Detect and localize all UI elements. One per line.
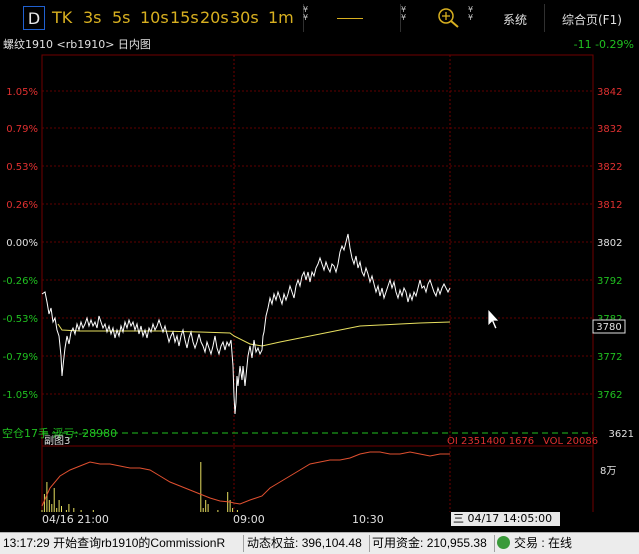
dynamic-equity: 动态权益: 396,104.48 xyxy=(247,536,362,550)
period-10s-button[interactable]: 10s xyxy=(140,6,169,30)
open-interest-line xyxy=(41,451,450,507)
percent-tick-label: -0.79% xyxy=(3,352,38,363)
volume-readout: VOL 20086 xyxy=(543,436,598,447)
system-menu[interactable]: 系统 xyxy=(503,11,527,28)
period-15s-button[interactable]: 15s xyxy=(170,6,199,30)
price-tick-label: 3822 xyxy=(597,162,622,173)
chevron-down-icon[interactable]: ¥ ¥ xyxy=(401,6,406,22)
chevron-down-icon[interactable]: ¥ ¥ xyxy=(303,6,308,22)
change-readout: -11 -0.29% xyxy=(574,38,634,51)
time-label: 10:30 xyxy=(352,513,384,526)
period-d-button[interactable]: D xyxy=(23,6,45,30)
contract-title: 螺纹1910 <rb1910> 日内图 xyxy=(3,37,151,51)
percent-tick-label: -0.53% xyxy=(3,314,38,325)
status-divider xyxy=(494,535,495,552)
chevron-down-icon[interactable]: ¥ ¥ xyxy=(468,6,473,22)
price-tick-label: 3842 xyxy=(597,87,622,98)
price-line xyxy=(41,233,451,415)
time-axis: 04/16 21:00 09:00 10:30 三 04/17 14:05:00 xyxy=(0,512,639,532)
period-tk-button[interactable]: TK xyxy=(52,6,72,30)
price-tick-label: 3812 xyxy=(597,200,622,211)
period-20s-button[interactable]: 20s xyxy=(200,6,229,30)
percent-tick-label: 1.05% xyxy=(6,87,38,98)
period-3s-button[interactable]: 3s xyxy=(83,6,102,30)
percent-tick-label: -1.05% xyxy=(3,390,38,401)
price-tick-label: 3832 xyxy=(597,124,622,135)
oi-readout: OI 2351400 1676 xyxy=(447,436,534,447)
percent-tick-label: -0.26% xyxy=(3,276,38,287)
intraday-chart[interactable]: 螺纹1910 <rb1910> 日内图 -11 -0.29% 1.05% 0.79… xyxy=(0,36,639,526)
overview-page-menu[interactable]: 综合页(F1) xyxy=(562,11,622,28)
price-tick-label: 3802 xyxy=(597,238,622,249)
chart-frame xyxy=(41,54,594,523)
price-tick-label: 3762 xyxy=(597,390,622,401)
percent-tick-label: 0.26% xyxy=(6,200,38,211)
time-cursor-label: 三 04/17 14:05:00 xyxy=(451,512,560,526)
line-style-icon[interactable] xyxy=(337,18,363,19)
period-30s-button[interactable]: 30s xyxy=(230,6,259,30)
price-tick-bottom: 3621 xyxy=(609,429,634,440)
percent-tick-label: 0.79% xyxy=(6,124,38,135)
status-bar: 13:17:29 开始查询rb1910的CommissionR 动态权益: 39… xyxy=(0,532,639,554)
percent-tick-label: 0.00% xyxy=(6,238,38,249)
volume-axis-label: 8万 xyxy=(600,466,616,477)
percent-tick-label: 0.53% xyxy=(6,162,38,173)
current-price-label: 3780 xyxy=(596,322,621,333)
zoom-icon[interactable] xyxy=(436,6,462,30)
time-label: 04/16 21:00 xyxy=(42,513,109,526)
sub-chart-label: 副图3 xyxy=(44,435,70,447)
connection-icon xyxy=(497,536,510,549)
trade-status[interactable]: 交易 : 在线 xyxy=(497,533,637,554)
price-tick-label: 3792 xyxy=(597,276,622,287)
period-5s-button[interactable]: 5s xyxy=(112,6,131,30)
status-divider xyxy=(369,535,370,552)
period-1m-button[interactable]: 1m xyxy=(268,6,294,30)
time-label: 09:00 xyxy=(233,513,265,526)
price-tick-label: 3772 xyxy=(597,352,622,363)
status-message: 13:17:29 开始查询rb1910的CommissionR xyxy=(3,536,226,550)
toolbar: D TK 3s 5s 10s 15s 20s 30s 1m ¥ ¥ ¥ ¥ ¥ ¥ 系… xyxy=(0,0,639,36)
available-funds: 可用资金: 210,955.38 xyxy=(372,536,487,550)
toolbar-separator xyxy=(544,4,545,32)
status-divider xyxy=(243,535,244,552)
mouse-cursor-icon xyxy=(487,307,500,330)
